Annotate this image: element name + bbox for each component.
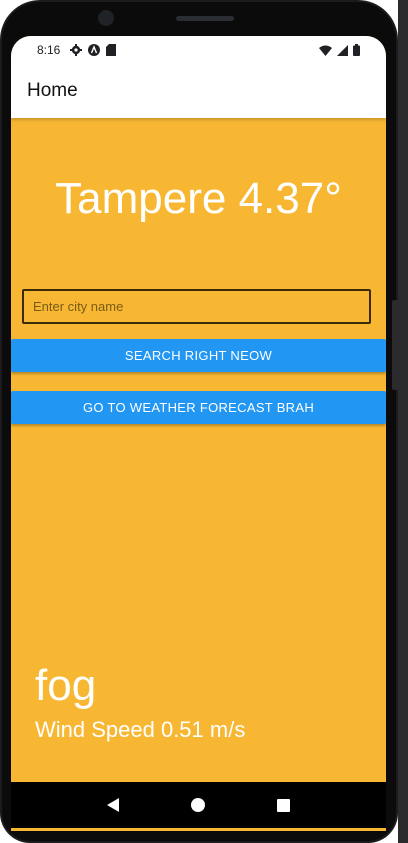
volume-button (392, 300, 398, 390)
forecast-button[interactable]: GO TO WEATHER FORECAST BRAH (11, 391, 386, 424)
status-left-icons (70, 44, 117, 56)
sd-card-icon (106, 44, 117, 56)
background-window (398, 0, 408, 843)
city-temperature-title: Tampere 4.37° (55, 174, 342, 223)
recents-icon[interactable] (277, 798, 290, 812)
phone-frame: 8:16 Home Tampere 4.37° Enter city name … (0, 0, 398, 843)
earpiece-speaker (176, 16, 234, 21)
status-time: 8:16 (37, 43, 61, 57)
battery-icon (353, 44, 360, 56)
back-icon[interactable] (107, 798, 119, 812)
status-right-icons (319, 44, 360, 56)
settings-gear-icon (70, 44, 83, 56)
search-button[interactable]: SEARCH RIGHT NEOW (11, 339, 386, 372)
app-bar: Home (11, 64, 386, 118)
signal-icon (337, 44, 348, 56)
wifi-icon (319, 45, 332, 56)
weather-description: fog (35, 661, 97, 710)
app-bar-title: Home (27, 80, 78, 101)
city-search-input[interactable] (22, 289, 371, 324)
home-icon[interactable] (191, 798, 205, 812)
wind-speed: Wind Speed 0.51 m/s (35, 717, 246, 742)
front-camera (98, 10, 114, 26)
navigation-bar (11, 782, 386, 828)
android-a-icon (88, 44, 101, 56)
app-screen: 8:16 Home Tampere 4.37° Enter city name … (11, 36, 386, 831)
status-bar: 8:16 (11, 36, 386, 64)
